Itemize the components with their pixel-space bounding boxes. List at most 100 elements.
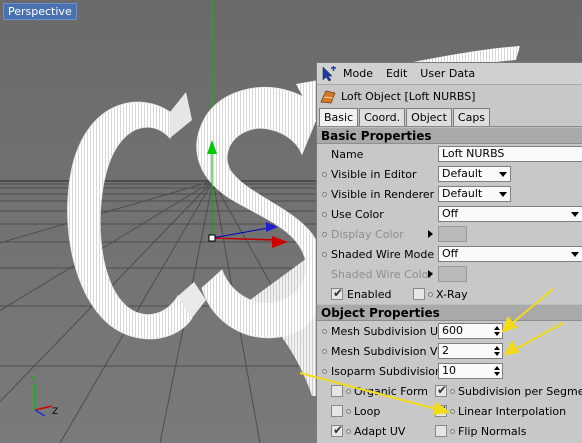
object-properties-header: Object Properties xyxy=(317,304,582,321)
expand-arrow-icon[interactable] xyxy=(428,270,433,278)
tab-caps[interactable]: Caps xyxy=(452,108,491,126)
keyframe-dot[interactable] xyxy=(322,172,327,177)
organic-form-checkbox[interactable] xyxy=(331,385,343,397)
keyframe-dot[interactable] xyxy=(346,429,351,434)
checkmark-icon: ✔ xyxy=(333,286,344,300)
checkmark-icon: ✔ xyxy=(437,383,448,397)
object-title-bar: Loft Object [Loft NURBS] xyxy=(317,85,582,107)
viewport-title[interactable]: Perspective xyxy=(3,3,77,20)
isoparm-u-label: Isoparm Subdivision U xyxy=(331,364,454,378)
attribute-tabs: Basic Coord. Object Caps xyxy=(317,107,582,127)
visible-renderer-dropdown[interactable]: Default xyxy=(438,186,511,202)
spinner-arrows-icon[interactable] xyxy=(492,345,501,357)
flip-normals-label: Flip Normals xyxy=(458,424,527,438)
display-color-row: Display Color xyxy=(317,224,582,244)
axis-y-label: Y xyxy=(30,376,37,386)
keyframe-dot[interactable] xyxy=(322,349,327,354)
shaded-wire-color-label: Shaded Wire Color xyxy=(331,267,433,281)
use-color-row: Use Color Off xyxy=(317,204,582,224)
mesh-u-row: Mesh Subdivision U 600 xyxy=(317,321,582,341)
name-field[interactable]: Loft NURBS xyxy=(438,146,582,162)
shaded-wire-mode-value: Off xyxy=(442,247,459,260)
mesh-v-value: 2 xyxy=(442,344,449,357)
keyframe-dot[interactable] xyxy=(450,409,455,414)
adapt-uv-label: Adapt UV xyxy=(354,424,406,438)
checkmark-icon: ✔ xyxy=(333,423,344,437)
linear-interpolation-label: Linear Interpolation xyxy=(458,404,567,418)
isoparm-u-row: Isoparm Subdivision U 10 xyxy=(317,361,582,381)
axis-z-label: Z xyxy=(52,407,58,417)
menu-edit[interactable]: Edit xyxy=(386,67,407,80)
attribute-manager: Mode Edit User Data Loft Object [Loft NU… xyxy=(316,62,582,443)
enabled-checkbox[interactable]: ✔ xyxy=(331,286,344,300)
visible-editor-value: Default xyxy=(442,167,483,180)
name-label: Name xyxy=(331,147,364,161)
tab-object[interactable]: Object xyxy=(406,108,452,126)
keyframe-dot[interactable] xyxy=(346,409,351,414)
tab-basic[interactable]: Basic xyxy=(319,108,359,126)
chevron-down-icon xyxy=(499,192,507,197)
menu-user-data[interactable]: User Data xyxy=(420,67,475,80)
mesh-v-input[interactable]: 2 xyxy=(438,343,503,359)
keyframe-dot[interactable] xyxy=(322,252,327,257)
mesh-v-label: Mesh Subdivision V xyxy=(331,344,438,358)
visible-renderer-label: Visible in Renderer xyxy=(331,187,435,201)
attribute-menubar: Mode Edit User Data xyxy=(317,63,582,85)
shaded-wire-mode-label: Shaded Wire Mode xyxy=(331,247,435,261)
keyframe-dot[interactable] xyxy=(450,429,455,434)
keyframe-dot[interactable] xyxy=(428,292,433,297)
linear-interpolation-checkbox[interactable]: ✔ xyxy=(435,403,448,417)
keyframe-dot[interactable] xyxy=(322,192,327,197)
keyframe-dot[interactable] xyxy=(322,212,327,217)
keyframe-dot[interactable] xyxy=(322,232,327,237)
isoparm-u-input[interactable]: 10 xyxy=(438,363,503,379)
subdiv-per-segment-label: Subdivision per Segment xyxy=(458,384,582,398)
mesh-v-row: Mesh Subdivision V 2 xyxy=(317,341,582,361)
shaded-wire-color-swatch[interactable] xyxy=(438,266,467,282)
mesh-u-input[interactable]: 600 xyxy=(438,323,503,339)
shaded-wire-color-row: Shaded Wire Color xyxy=(317,264,582,284)
object-title: Loft Object [Loft NURBS] xyxy=(341,89,476,103)
adapt-uv-checkbox[interactable]: ✔ xyxy=(331,423,344,437)
subdiv-per-segment-checkbox[interactable]: ✔ xyxy=(435,383,448,397)
visible-renderer-row: Visible in Renderer Default xyxy=(317,184,582,204)
chevron-down-icon xyxy=(499,172,507,177)
basic-properties-header: Basic Properties xyxy=(317,127,582,144)
flip-normals-checkbox[interactable] xyxy=(435,425,447,437)
use-color-dropdown[interactable]: Off xyxy=(438,206,582,222)
isoparm-u-value: 10 xyxy=(442,364,456,377)
keyframe-dot[interactable] xyxy=(322,369,327,374)
spinner-arrows-icon[interactable] xyxy=(492,365,501,377)
mesh-u-value: 600 xyxy=(442,324,463,337)
display-color-swatch[interactable] xyxy=(438,226,467,242)
use-color-value: Off xyxy=(442,207,459,220)
loop-checkbox[interactable] xyxy=(331,405,343,417)
xray-label: X-Ray xyxy=(436,287,468,301)
expand-arrow-icon[interactable] xyxy=(428,230,433,238)
name-row: Name Loft NURBS xyxy=(317,144,582,164)
enabled-label: Enabled xyxy=(347,287,392,301)
adapt-flip-row: ✔ Adapt UV Flip Normals xyxy=(317,421,582,441)
keyframe-dot[interactable] xyxy=(450,389,455,394)
spinner-arrows-icon[interactable] xyxy=(492,325,501,337)
visible-renderer-value: Default xyxy=(442,187,483,200)
mesh-u-label: Mesh Subdivision U xyxy=(331,324,439,338)
cursor-arrow-icon[interactable] xyxy=(321,65,337,82)
visible-editor-label: Visible in Editor xyxy=(331,167,417,181)
enabled-xray-row: ✔ Enabled X-Ray xyxy=(317,284,582,304)
keyframe-dot[interactable] xyxy=(322,329,327,334)
xray-checkbox[interactable] xyxy=(413,288,425,300)
keyframe-dot[interactable] xyxy=(346,389,351,394)
visible-editor-dropdown[interactable]: Default xyxy=(438,166,511,182)
visible-editor-row: Visible in Editor Default xyxy=(317,164,582,184)
chevron-down-icon xyxy=(571,212,579,217)
organic-subdiv-row: Organic Form ✔ Subdivision per Segment xyxy=(317,381,582,401)
tab-coord[interactable]: Coord. xyxy=(359,108,406,126)
loft-object-icon xyxy=(320,88,337,105)
checkmark-icon: ✔ xyxy=(437,403,448,417)
organic-form-label: Organic Form xyxy=(354,384,428,398)
menu-mode[interactable]: Mode xyxy=(343,67,373,80)
shaded-wire-mode-dropdown[interactable]: Off xyxy=(438,246,582,262)
loop-label: Loop xyxy=(354,404,381,418)
shaded-wire-mode-row: Shaded Wire Mode Off xyxy=(317,244,582,264)
